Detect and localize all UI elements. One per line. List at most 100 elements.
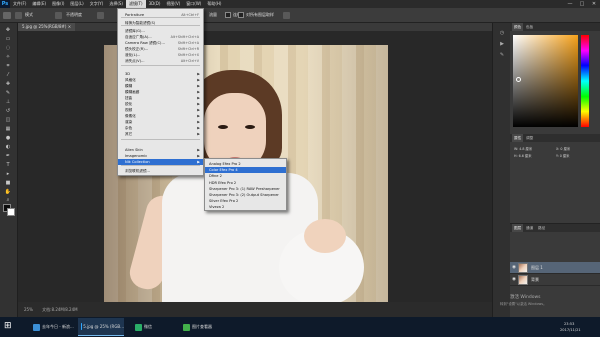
visibility-eye-icon[interactable]: ◉ xyxy=(512,277,516,282)
taskbar-app-button[interactable]: 图片查看器 xyxy=(180,318,226,336)
color-picker-cursor[interactable] xyxy=(516,77,521,82)
taskbar-app-button[interactable]: 微信 xyxy=(132,318,178,336)
options-bar: 模式 不透明度 流量 连续 对所有图层取样 xyxy=(0,8,600,23)
brush-panel-icon[interactable]: ✎ xyxy=(498,51,506,59)
menu-window[interactable]: 窗口(W) xyxy=(183,0,204,8)
clock-time[interactable]: 23:53 xyxy=(564,322,574,326)
path-select-tool-icon[interactable]: ▸ xyxy=(4,171,12,177)
filter-menu-item-label: 滤镜库(G)... xyxy=(125,29,145,33)
tab-swatches[interactable]: 色板 xyxy=(524,23,535,31)
gradient-tool-icon[interactable]: ▦ xyxy=(4,126,12,132)
document-info[interactable]: 文档:8.24M/8.24M xyxy=(42,307,77,312)
sample-all-checkbox[interactable] xyxy=(238,12,244,18)
menu-3d[interactable]: 3D(D) xyxy=(146,0,164,8)
history-panel-icon[interactable]: ◷ xyxy=(498,29,506,37)
menu-view[interactable]: 视图(V) xyxy=(163,0,183,8)
filter-menu-item-label: 锐化 xyxy=(125,102,133,106)
menu-layer[interactable]: 图层(L) xyxy=(67,0,86,8)
healing-tool-icon[interactable]: ✚ xyxy=(4,81,12,87)
menu-bar: Ps 文件(F) 编辑(E) 图像(I) 图层(L) 文字(Y) 选择(S) 滤… xyxy=(0,0,600,8)
tool-preset-icon[interactable] xyxy=(3,12,11,19)
dodge-tool-icon[interactable]: ◐ xyxy=(4,144,12,150)
filter-menu-item-label: 3D xyxy=(125,72,131,76)
hue-slider[interactable] xyxy=(581,35,589,127)
menu-image[interactable]: 图像(I) xyxy=(49,0,67,8)
crop-tool-icon[interactable]: ⌗ xyxy=(4,63,12,69)
filter-menu-item-label: 液化(L)... xyxy=(125,53,141,57)
nik-submenu-item[interactable]: Silver Efex Pro 2 xyxy=(205,198,286,204)
filter-menu-item[interactable]: 浏览联机滤镜... xyxy=(118,168,203,174)
status-bar: 25% 文档:8.24M/8.24M xyxy=(18,302,492,317)
filter-menu-item-label: 镜头校正(R)... xyxy=(125,47,149,51)
zoom-level[interactable]: 25% xyxy=(24,307,33,312)
tab-paths[interactable]: 路径 xyxy=(536,224,547,232)
opacity-field[interactable] xyxy=(97,12,104,19)
right-panel-dock: 颜色 色板 属性 调整 W: 4.8 厘米 X: 0 厘米 H: 6.6 厘米 … xyxy=(510,23,600,317)
brush-preset-icon[interactable] xyxy=(15,12,22,19)
menu-help[interactable]: 帮助(H) xyxy=(204,0,224,8)
color-picker-field[interactable] xyxy=(513,35,578,127)
nik-submenu-item[interactable]: Dfine 2 xyxy=(205,173,286,179)
close-icon[interactable]: ✕ xyxy=(588,0,600,8)
taskbar-app-button[interactable]: 5.jpg @ 25% (RGB... xyxy=(78,318,124,336)
magic-wand-tool-icon[interactable]: ✧ xyxy=(4,54,12,60)
nik-submenu-item[interactable]: Viveza 2 xyxy=(205,204,286,210)
subject-right-eye xyxy=(245,125,255,129)
contiguous-checkbox[interactable] xyxy=(225,12,231,18)
nik-submenu-item[interactable]: Sharpener Pro 3: (1) RAW Presharpener xyxy=(205,186,286,192)
lasso-tool-icon[interactable]: ◌ xyxy=(4,45,12,51)
prop-height: H: 6.6 厘米 xyxy=(514,154,532,158)
brush-tool-icon[interactable]: ✎ xyxy=(4,90,12,96)
eyedropper-tool-icon[interactable]: ⁄ xyxy=(4,72,12,78)
minimize-icon[interactable]: — xyxy=(564,0,576,8)
eraser-tool-icon[interactable]: ◫ xyxy=(4,117,12,123)
marquee-tool-icon[interactable]: ▭ xyxy=(4,36,12,42)
clock-date[interactable]: 2017/11/21 xyxy=(560,328,581,332)
hand-tool-icon[interactable]: ✋ xyxy=(4,189,12,195)
filter-menu-item-label: 杂色 xyxy=(125,126,133,130)
layer-thumbnail xyxy=(518,275,528,285)
opacity-label: 不透明度 xyxy=(66,12,82,17)
type-tool-icon[interactable]: T xyxy=(4,162,12,168)
nik-submenu-item[interactable]: HDR Efex Pro 2 xyxy=(205,180,286,186)
document-tab[interactable]: 5.jpg @ 25%(RGB/8#) × xyxy=(18,23,76,31)
menu-filter[interactable]: 滤镜(T) xyxy=(126,0,146,8)
menu-separator xyxy=(121,25,200,26)
pen-tool-icon[interactable]: ✒ xyxy=(4,153,12,159)
background-color-swatch[interactable] xyxy=(7,208,15,216)
menu-type[interactable]: 文字(Y) xyxy=(87,0,107,8)
mode-label: 模式 xyxy=(25,12,33,17)
menu-file[interactable]: 文件(F) xyxy=(10,0,29,8)
menu-select[interactable]: 选择(S) xyxy=(106,0,126,8)
tab-adjustments[interactable]: 调整 xyxy=(524,134,535,142)
visibility-eye-icon[interactable]: ◉ xyxy=(512,265,516,270)
layer-row[interactable]: ◉ 背景 xyxy=(510,274,600,286)
maximize-icon[interactable]: □ xyxy=(576,0,588,8)
tab-channels[interactable]: 通道 xyxy=(524,224,535,232)
filter-menu-item-label: 其它 xyxy=(125,132,133,136)
history-brush-tool-icon[interactable]: ↺ xyxy=(4,108,12,114)
filter-menu-item[interactable]: 其它 ▶ xyxy=(118,131,203,137)
taskbar-app-button[interactable]: 去年今日 - 新浪... xyxy=(30,318,76,336)
zoom-tool-icon[interactable]: ⌕ xyxy=(4,197,12,203)
filter-menu-item[interactable]: 消失点(V)... Alt+Ctrl+V xyxy=(118,58,203,64)
blur-tool-icon[interactable]: ● xyxy=(4,135,12,141)
tab-properties[interactable]: 属性 xyxy=(512,134,524,142)
windows-taskbar: ⊞ 去年今日 - 新浪... 5.jpg @ 25% (RGB... 微信 图片查看器… xyxy=(0,317,600,337)
layer-row[interactable]: ◉ 图层 1 xyxy=(510,262,600,274)
mode-dropdown[interactable] xyxy=(55,12,62,19)
actions-panel-icon[interactable]: ▶ xyxy=(498,40,506,48)
tab-color[interactable]: 颜色 xyxy=(512,23,524,31)
pressure-icon[interactable] xyxy=(283,12,290,19)
nik-submenu-item[interactable]: Color Efex Pro 4 xyxy=(205,167,286,174)
windows-start-icon[interactable]: ⊞ xyxy=(4,321,15,332)
filter-menu-item-label: 扭曲 xyxy=(125,96,133,100)
nik-submenu-item[interactable]: Sharpener Pro 3: (2) Output Sharpener xyxy=(205,192,286,198)
nik-submenu-item[interactable]: Analog Efex Pro 2 xyxy=(205,161,286,167)
stamp-tool-icon[interactable]: ⊥ xyxy=(4,99,12,105)
filter-menu-item-label: Camera Raw 滤镜(C)... xyxy=(125,41,165,45)
shape-tool-icon[interactable]: ■ xyxy=(4,180,12,186)
move-tool-icon[interactable]: ✥ xyxy=(4,27,12,33)
menu-edit[interactable]: 编辑(E) xyxy=(29,0,49,8)
tab-layers[interactable]: 图层 xyxy=(512,224,524,232)
